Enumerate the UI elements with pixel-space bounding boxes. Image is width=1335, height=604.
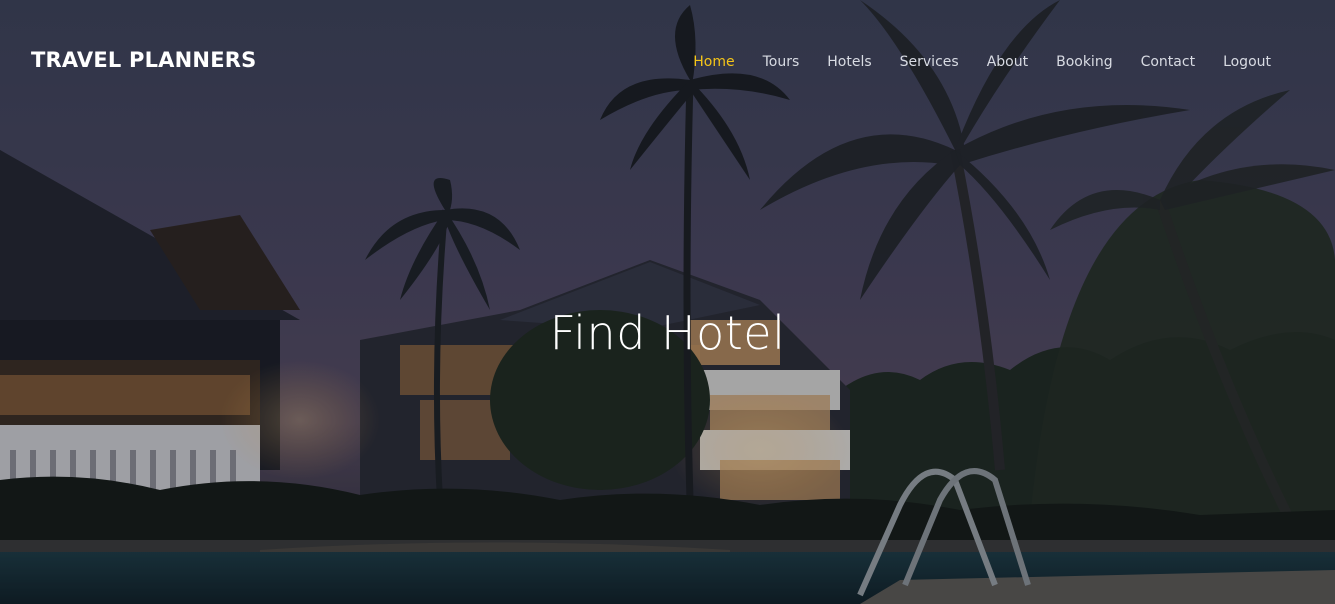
nav-link-logout[interactable]: Logout <box>1223 51 1271 73</box>
nav-link-contact[interactable]: Contact <box>1141 51 1195 73</box>
nav-item-hotels: Hotels <box>827 51 871 73</box>
nav-link-about[interactable]: About <box>987 51 1028 73</box>
nav-link-hotels[interactable]: Hotels <box>827 51 871 73</box>
nav-item-about: About <box>987 51 1028 73</box>
nav-item-contact: Contact <box>1141 51 1195 73</box>
nav-link-home[interactable]: Home <box>693 51 734 73</box>
nav-item-home: Home <box>693 51 734 73</box>
nav-item-logout: Logout <box>1223 51 1271 73</box>
nav-item-booking: Booking <box>1056 51 1113 73</box>
nav-link-booking[interactable]: Booking <box>1056 51 1113 73</box>
nav-item-services: Services <box>900 51 959 73</box>
top-navigation-bar: TRAVEL PLANNERS Home Tours Hotels Servic… <box>0 0 1335 120</box>
nav-link-tours[interactable]: Tours <box>763 51 800 73</box>
brand-logo-link[interactable]: TRAVEL PLANNERS <box>31 46 256 74</box>
nav-link-services[interactable]: Services <box>900 51 959 73</box>
nav-item-tours: Tours <box>763 51 800 73</box>
main-nav: Home Tours Hotels Services About Booking… <box>665 51 1271 73</box>
hero-headline: Find Hotel <box>549 305 786 360</box>
hero-section: TRAVEL PLANNERS Home Tours Hotels Servic… <box>0 0 1335 604</box>
